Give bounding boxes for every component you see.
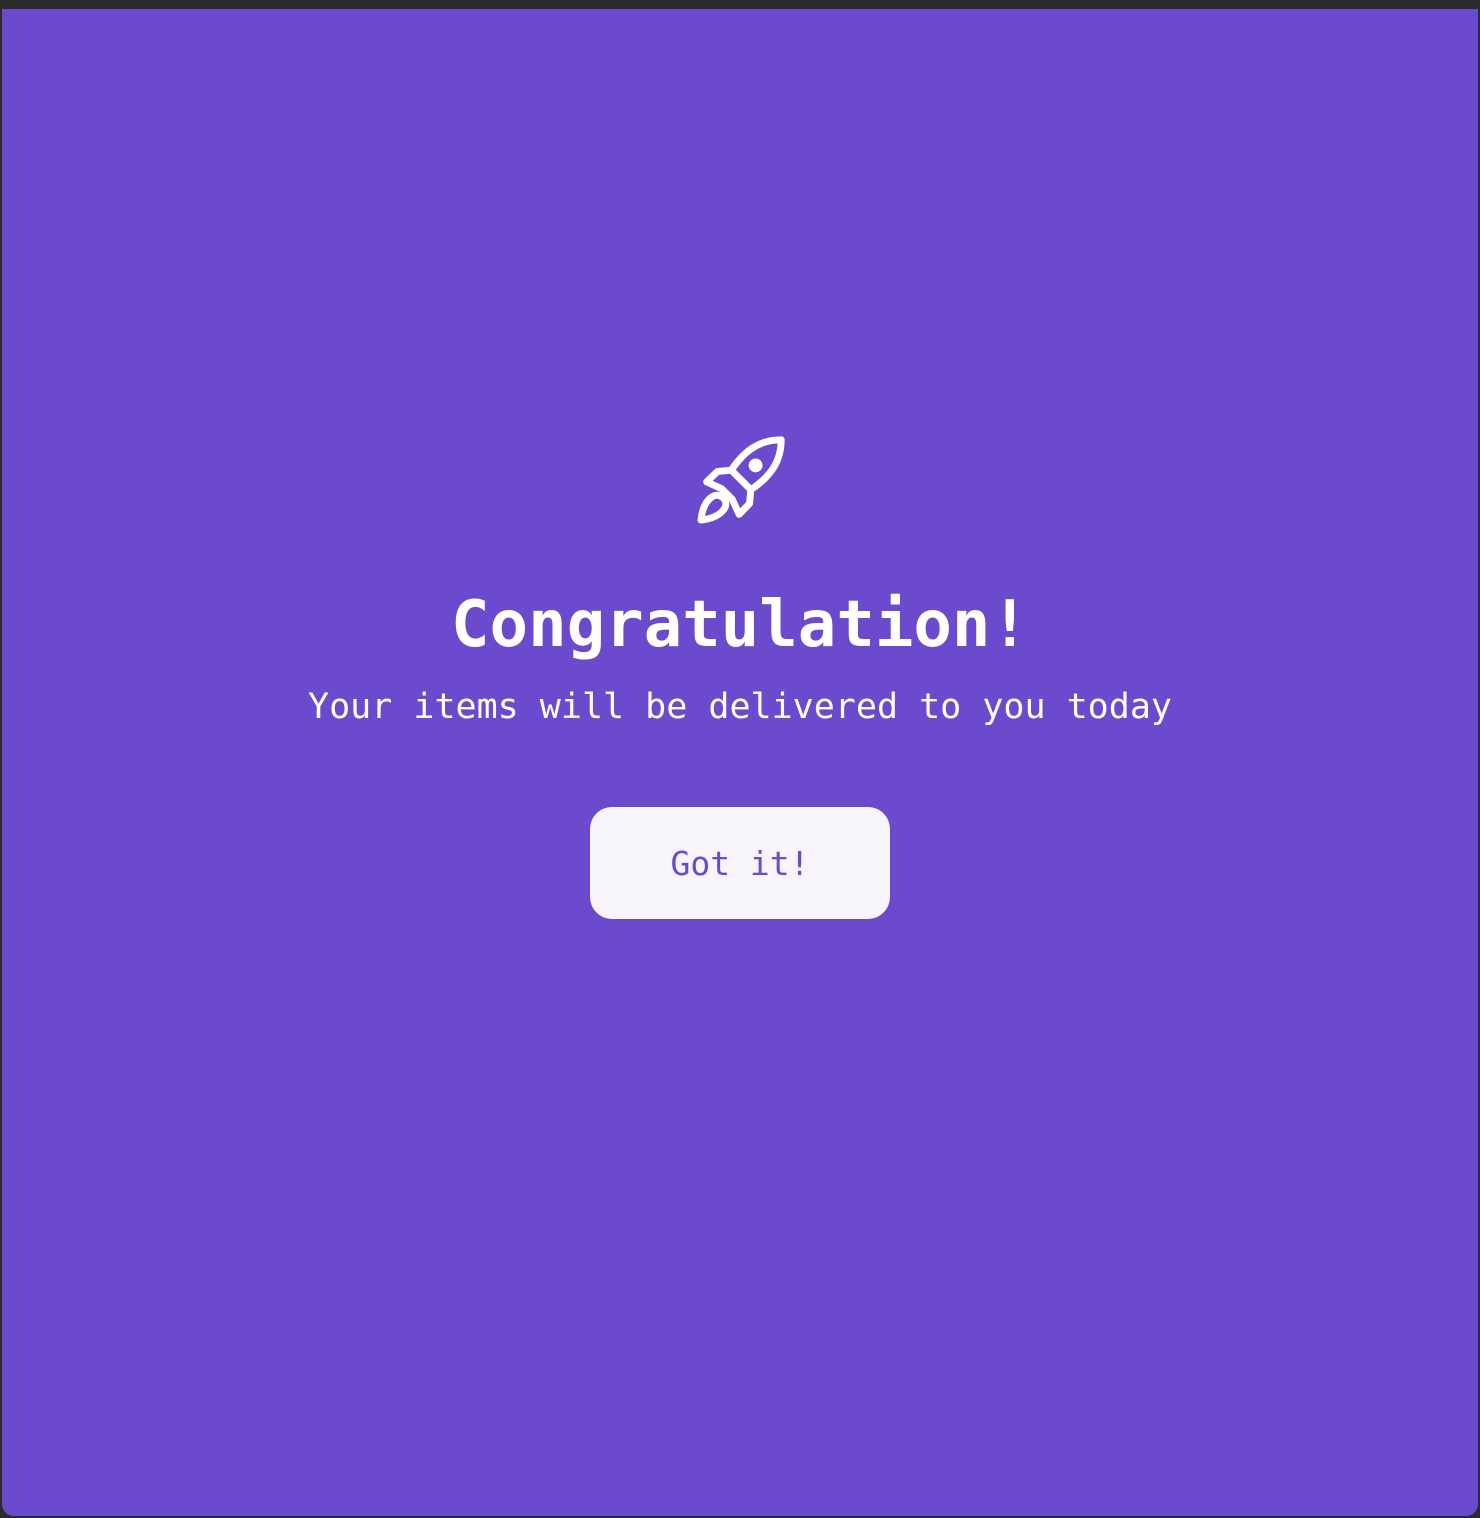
dialog-title: Congratulation! [451,588,1029,662]
window-frame: Congratulation! Your items will be deliv… [0,0,1480,1518]
dialog-message: Your items will be delivered to you toda… [308,687,1172,727]
success-dialog: Congratulation! Your items will be deliv… [2,429,1478,919]
got-it-button[interactable]: Got it! [590,807,890,919]
success-screen: Congratulation! Your items will be deliv… [2,9,1478,1516]
rocket-icon [697,436,785,524]
